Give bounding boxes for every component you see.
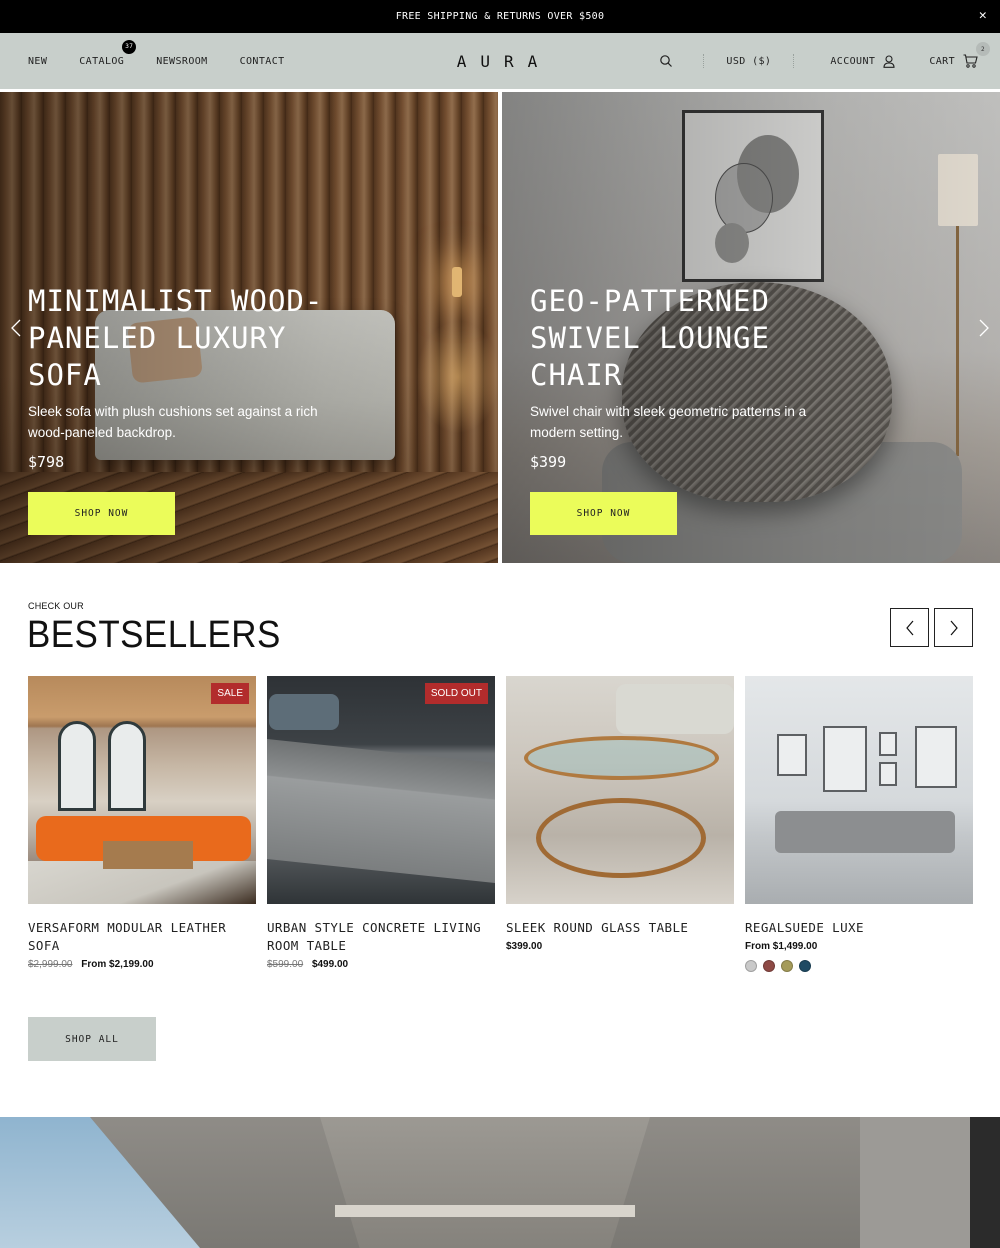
- hero-content: GEO-PATTERNED SWIVEL LOUNGE CHAIR Swivel…: [530, 283, 830, 471]
- hero-title: MINIMALIST WOOD-PANELED LUXURY SOFA: [28, 284, 324, 392]
- color-swatch[interactable]: [781, 960, 793, 972]
- hero-slide[interactable]: GEO-PATTERNED SWIVEL LOUNGE CHAIR Swivel…: [502, 92, 1000, 563]
- search-icon[interactable]: [659, 54, 673, 68]
- hero-carousel: MINIMALIST WOOD-PANELED LUXURY SOFA Slee…: [0, 92, 1000, 563]
- shop-all-button[interactable]: SHOP ALL: [28, 1017, 156, 1061]
- product-card: SLEEK ROUND GLASS TABLE $399.00: [506, 676, 734, 952]
- main-nav: NEW CATALOG 37 NEWSROOM CONTACT: [28, 33, 285, 89]
- section-eyebrow: CHECK OUR: [28, 601, 84, 611]
- product-image[interactable]: [506, 676, 734, 904]
- section-title: BESTSELLERS: [27, 614, 281, 656]
- nav-item-contact[interactable]: CONTACT: [240, 56, 285, 67]
- nav-item-catalog-label: CATALOG: [79, 55, 125, 67]
- hero-title: GEO-PATTERNED SWIVEL LOUNGE CHAIR: [530, 284, 770, 392]
- color-swatches: [745, 960, 973, 972]
- product-price: $399.00: [506, 941, 734, 952]
- nav-item-new[interactable]: NEW: [28, 56, 47, 67]
- color-swatch[interactable]: [799, 960, 811, 972]
- account-link[interactable]: ACCOUNT: [830, 54, 895, 68]
- product-name[interactable]: SLEEK ROUND GLASS TABLE: [506, 919, 734, 937]
- product-price: From $1,499.00: [745, 941, 973, 952]
- account-label: ACCOUNT: [830, 55, 876, 67]
- close-icon[interactable]: ✕: [976, 9, 990, 23]
- carousel-next-button[interactable]: [934, 608, 973, 647]
- color-swatch[interactable]: [763, 960, 775, 972]
- product-card: SALE VERSAFORM MODULAR LEATHER SOFA $2,9…: [28, 676, 256, 970]
- product-card: REGALSUEDE LUXE From $1,499.00: [745, 676, 973, 972]
- current-price: $399.00: [506, 941, 543, 952]
- cart-icon: [963, 54, 978, 68]
- nav-item-newsroom[interactable]: NEWSROOM: [156, 56, 207, 67]
- original-price: $599.00: [267, 959, 304, 970]
- product-name[interactable]: VERSAFORM MODULAR LEATHER SOFA: [28, 919, 256, 955]
- shop-now-button[interactable]: SHOP NOW: [28, 492, 175, 535]
- hero-description: Sleek sofa with plush cushions set again…: [28, 404, 318, 440]
- product-image[interactable]: SOLD OUT: [267, 676, 495, 904]
- current-price: From $1,499.00: [745, 941, 818, 952]
- chevron-right-icon[interactable]: [976, 316, 992, 340]
- shop-now-button[interactable]: SHOP NOW: [530, 492, 677, 535]
- site-header: NEW CATALOG 37 NEWSROOM CONTACT AURA USD…: [0, 33, 1000, 89]
- hero-description: Swivel chair with sleek geometric patter…: [530, 404, 807, 440]
- product-price: $599.00 $499.00: [267, 959, 495, 970]
- chevron-left-icon[interactable]: [8, 316, 24, 340]
- chevron-left-icon: [905, 620, 913, 635]
- announcement-text: FREE SHIPPING & RETURNS OVER $500: [395, 11, 605, 22]
- cart-label: CART: [929, 55, 955, 67]
- product-price: $2,999.00 From $2,199.00: [28, 959, 256, 970]
- original-price: $2,999.00: [28, 959, 73, 970]
- product-name[interactable]: URBAN STYLE CONCRETE LIVING ROOM TABLE: [267, 919, 495, 955]
- product-name[interactable]: REGALSUEDE LUXE: [745, 919, 973, 937]
- hero-slide[interactable]: MINIMALIST WOOD-PANELED LUXURY SOFA Slee…: [0, 92, 498, 563]
- product-card: SOLD OUT URBAN STYLE CONCRETE LIVING ROO…: [267, 676, 495, 970]
- cart-link[interactable]: CART 2: [929, 42, 990, 68]
- product-image[interactable]: SALE: [28, 676, 256, 904]
- feature-banner-image: [0, 1117, 1000, 1248]
- hero-price: $399: [530, 453, 567, 471]
- sale-badge: SALE: [211, 683, 249, 704]
- header-actions: USD ($) ACCOUNT CART 2: [659, 33, 990, 89]
- divider: [703, 54, 705, 68]
- cart-count-badge: 2: [976, 42, 990, 56]
- carousel-prev-button[interactable]: [890, 608, 929, 647]
- nav-item-catalog[interactable]: CATALOG 37: [79, 39, 137, 67]
- chevron-right-icon: [950, 620, 958, 635]
- catalog-count-badge: 37: [122, 39, 137, 54]
- hero-price: $798: [28, 453, 65, 471]
- current-price: $499.00: [311, 959, 349, 970]
- current-price: From $2,199.00: [81, 959, 154, 970]
- announcement-bar: FREE SHIPPING & RETURNS OVER $500 ✕: [0, 0, 1000, 33]
- hero-content: MINIMALIST WOOD-PANELED LUXURY SOFA Slee…: [28, 283, 328, 471]
- color-swatch[interactable]: [745, 960, 757, 972]
- product-image[interactable]: [745, 676, 973, 904]
- sold-out-badge: SOLD OUT: [424, 683, 488, 704]
- user-icon: [883, 54, 895, 68]
- currency-selector[interactable]: USD ($): [726, 56, 771, 67]
- divider: [793, 54, 795, 68]
- logo[interactable]: AURA: [457, 52, 552, 71]
